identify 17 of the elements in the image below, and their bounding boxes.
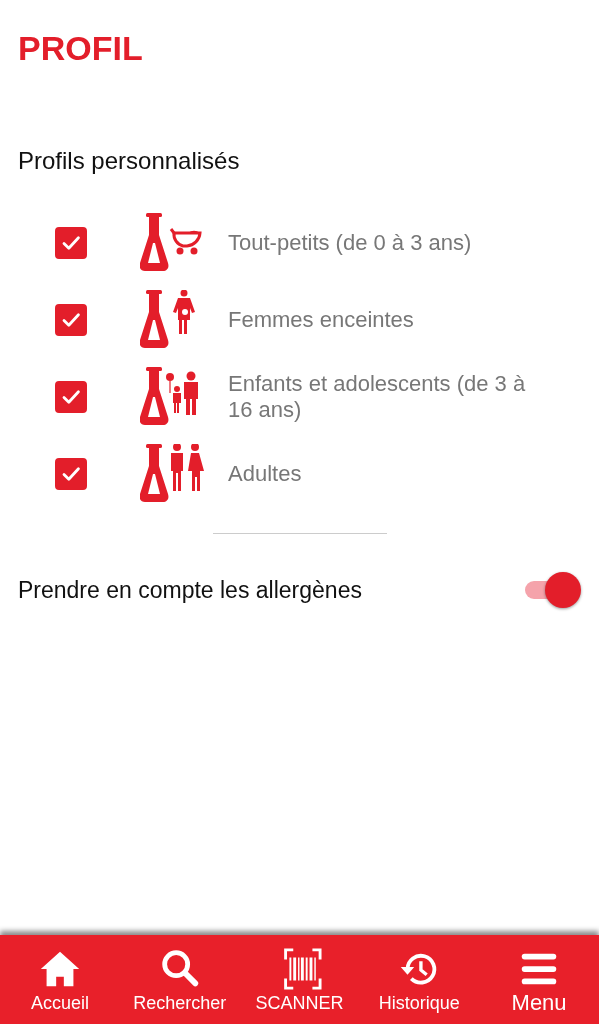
section-title: Profils personnalisés (18, 146, 241, 176)
checkbox[interactable] (55, 227, 87, 259)
nav-tab[interactable]: Rechercher (119, 935, 240, 1024)
checkbox[interactable] (55, 381, 87, 413)
page-title: PROFIL (18, 28, 144, 68)
toggle-switch[interactable] (525, 572, 581, 608)
nav-tab[interactable]: Accueil (0, 935, 120, 1024)
profile-label: Enfants et adolescents (de 3 à 16 ans) (228, 371, 527, 423)
profile-label: Femmes enceintes (228, 307, 414, 333)
nav-tab[interactable]: Historique (359, 935, 480, 1024)
nav-tab[interactable]: Menu (479, 935, 599, 1024)
allergens-label: Prendre en compte les allergènes (18, 576, 362, 604)
profile-label: Tout-petits (de 0 à 3 ans) (228, 230, 472, 256)
profile-label: Adultes (228, 461, 302, 487)
checkbox[interactable] (55, 458, 87, 490)
checkbox[interactable] (55, 304, 87, 336)
nav-tab[interactable]: SCANNER (239, 935, 360, 1024)
